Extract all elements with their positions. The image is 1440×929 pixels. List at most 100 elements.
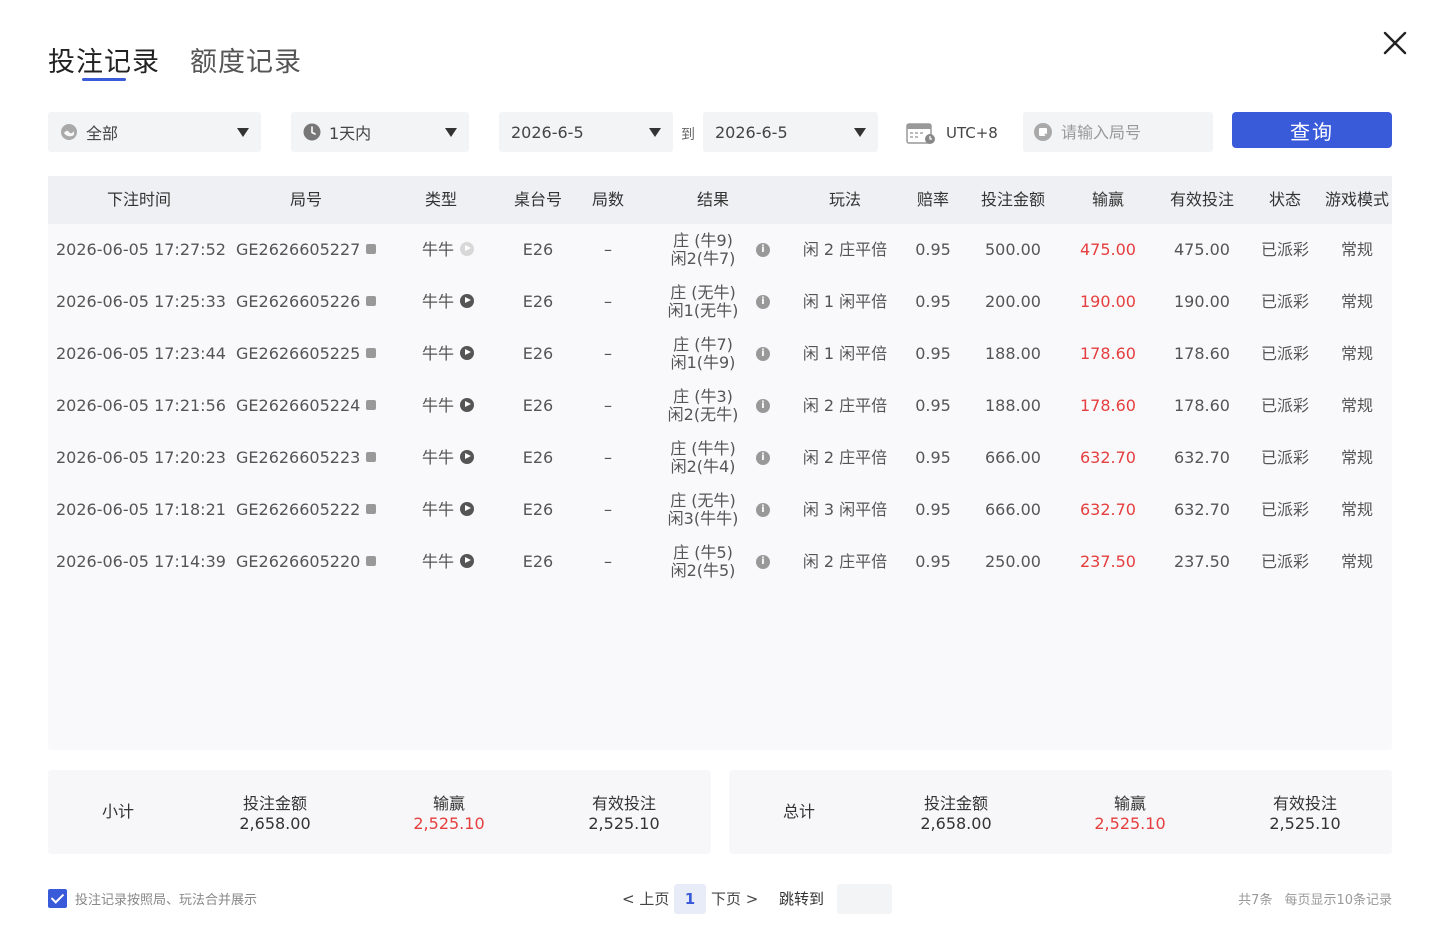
result: 庄 (牛3) 闲2(无牛) xyxy=(658,380,748,432)
game-mode: 常规 xyxy=(1340,448,1373,467)
win-loss: 178.60 xyxy=(1080,396,1136,415)
play-type: 闲 3 闲平倍 xyxy=(802,500,888,519)
game-type: 牛牛 xyxy=(408,432,488,484)
valid-bet: 632.70 xyxy=(1174,500,1230,519)
merge-label: 投注记录按照局、玩法合并展示 xyxy=(75,893,258,908)
bet-time: 2026-06-05 17:20:23 xyxy=(56,448,226,467)
query-button[interactable]: 查询 xyxy=(1232,112,1392,148)
game-type-text: 牛牛 xyxy=(421,396,454,415)
play-type: 闲 2 庄平倍 xyxy=(802,240,888,259)
result-player: 闲2(无牛) xyxy=(667,405,739,424)
copy-icon[interactable] xyxy=(366,503,377,514)
info-icon[interactable]: i xyxy=(756,347,770,361)
clock-icon xyxy=(303,123,321,141)
info-icon[interactable]: i xyxy=(756,451,770,465)
prev-page-button[interactable]: < 上页 xyxy=(622,884,669,914)
play-icon[interactable] xyxy=(460,345,474,360)
chevron-down-icon xyxy=(445,127,457,137)
bet-time: 2026-06-05 17:27:52 xyxy=(56,240,226,259)
game-mode: 常规 xyxy=(1340,240,1373,259)
col-header-win: 输赢 xyxy=(1091,190,1124,209)
result-player: 闲1(牛9) xyxy=(670,353,736,372)
subtotal-valid-value: 2,525.10 xyxy=(588,814,660,833)
date-from-select[interactable]: 2026-6-5 xyxy=(499,112,673,152)
round-count: – xyxy=(604,500,612,519)
game-mode: 常规 xyxy=(1340,500,1373,519)
date-to-select[interactable]: 2026-6-5 xyxy=(703,112,878,152)
active-tab-indicator xyxy=(82,78,126,81)
play-type: 闲 2 庄平倍 xyxy=(802,448,888,467)
copy-icon[interactable] xyxy=(366,451,377,462)
play-type: 闲 1 闲平倍 xyxy=(802,292,888,311)
round-id-text: GE2626605227 xyxy=(236,240,361,259)
info-icon[interactable]: i xyxy=(756,295,770,309)
play-icon[interactable] xyxy=(460,449,474,464)
round-count: – xyxy=(604,240,612,259)
subtotal-amount-label: 投注金额 xyxy=(242,794,307,813)
valid-bet: 475.00 xyxy=(1174,240,1230,259)
odds: 0.95 xyxy=(915,448,951,467)
valid-bet: 632.70 xyxy=(1174,448,1230,467)
bet-amount: 666.00 xyxy=(985,500,1041,519)
jump-page-input[interactable] xyxy=(837,884,892,914)
round-id: GE2626605223 xyxy=(236,432,377,484)
copy-icon[interactable] xyxy=(366,243,377,254)
game-filter-value: 全部 xyxy=(86,124,119,143)
globe-icon xyxy=(61,124,77,140)
table-row: 2026-06-05 17:23:44 GE2626605225 牛牛 E26 … xyxy=(48,328,1392,380)
total-valid-value: 2,525.10 xyxy=(1269,814,1341,833)
result-banker: 庄 (牛3) xyxy=(673,387,733,406)
copy-icon[interactable] xyxy=(366,555,377,566)
win-loss: 190.00 xyxy=(1080,292,1136,311)
game-type-text: 牛牛 xyxy=(421,292,454,311)
table-row: 2026-06-05 17:21:56 GE2626605224 牛牛 E26 … xyxy=(48,380,1392,432)
game-filter-select[interactable]: 全部 xyxy=(48,112,261,152)
win-loss: 632.70 xyxy=(1080,500,1136,519)
status: 已派彩 xyxy=(1260,344,1309,363)
info-icon[interactable]: i xyxy=(756,243,770,257)
game-mode: 常规 xyxy=(1340,396,1373,415)
bet-time: 2026-06-05 17:21:56 xyxy=(56,396,226,415)
next-page-button[interactable]: 下页 > xyxy=(711,884,758,914)
game-type: 牛牛 xyxy=(408,224,488,276)
col-header-valid: 有效投注 xyxy=(1169,190,1234,209)
play-icon[interactable] xyxy=(460,553,474,568)
close-icon[interactable] xyxy=(1382,30,1408,56)
merge-checkbox[interactable] xyxy=(48,889,67,908)
time-range-select[interactable]: 1天内 xyxy=(291,112,469,152)
play-type: 闲 2 庄平倍 xyxy=(802,396,888,415)
win-loss: 178.60 xyxy=(1080,344,1136,363)
play-icon[interactable] xyxy=(460,241,474,256)
chevron-down-icon xyxy=(854,127,866,137)
odds: 0.95 xyxy=(915,240,951,259)
copy-icon[interactable] xyxy=(366,347,377,358)
total-amount-value: 2,658.00 xyxy=(920,814,992,833)
bet-records-table: 下注时间 局号 类型 桌台号 局数 结果 玩法 赔率 投注金额 输赢 有效投注 … xyxy=(48,176,1392,750)
game-type-text: 牛牛 xyxy=(421,552,454,571)
col-header-table: 桌台号 xyxy=(513,190,562,209)
play-icon[interactable] xyxy=(460,397,474,412)
bet-amount: 200.00 xyxy=(985,292,1041,311)
round-id: GE2626605226 xyxy=(236,276,377,328)
merge-display-option[interactable]: 投注记录按照局、玩法合并展示 xyxy=(48,889,257,908)
tab-bet-records[interactable]: 投注记录 xyxy=(48,40,160,79)
win-loss: 237.50 xyxy=(1080,552,1136,571)
copy-icon[interactable] xyxy=(366,295,377,306)
info-icon[interactable]: i xyxy=(756,399,770,413)
info-icon[interactable]: i xyxy=(756,503,770,517)
game-mode: 常规 xyxy=(1340,292,1373,311)
current-page-button[interactable]: 1 xyxy=(674,884,706,914)
result: 庄 (无牛) 闲3(牛牛) xyxy=(658,484,748,536)
play-icon[interactable] xyxy=(460,501,474,516)
round-search-input[interactable] xyxy=(1061,122,1201,142)
valid-bet: 237.50 xyxy=(1174,552,1230,571)
chevron-down-icon xyxy=(649,127,661,137)
tab-quota-records[interactable]: 额度记录 xyxy=(190,40,302,79)
copy-icon[interactable] xyxy=(366,399,377,410)
result-player: 闲3(牛牛) xyxy=(667,509,739,528)
col-header-result: 结果 xyxy=(696,190,729,209)
valid-bet: 178.60 xyxy=(1174,344,1230,363)
info-icon[interactable]: i xyxy=(756,555,770,569)
play-icon[interactable] xyxy=(460,293,474,308)
total-amount-label: 投注金额 xyxy=(923,794,988,813)
